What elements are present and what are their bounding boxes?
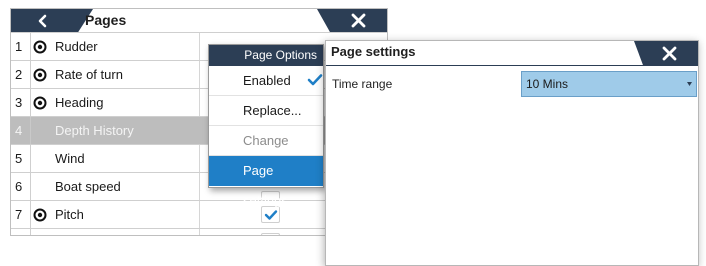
enabled-checkbox[interactable]	[261, 233, 280, 235]
page-options-menu: Page Options Enabled Replace... Change d…	[208, 44, 324, 208]
close-icon	[351, 13, 366, 28]
row-label: Rate of turn	[55, 67, 123, 82]
checkmark-icon	[307, 74, 323, 86]
row-label: Boat speed	[55, 179, 121, 194]
row-label: Wind	[55, 151, 85, 166]
row-number: 1	[15, 39, 23, 54]
target-icon	[33, 68, 47, 82]
title-divider	[326, 65, 698, 66]
menu-item-label: Replace...	[243, 103, 302, 118]
row-number: 2	[15, 67, 23, 82]
row-number: 7	[15, 207, 23, 222]
caret-down-icon	[687, 82, 692, 86]
close-icon	[662, 46, 677, 61]
row-number: 3	[15, 95, 23, 110]
page-settings-dialog: Page settings Time range 10 Mins	[325, 40, 699, 266]
row-label: Rudder	[55, 39, 98, 54]
menu-item-label: Page settings...	[243, 163, 299, 208]
row-label: Heading	[55, 95, 104, 110]
pages-close-button[interactable]	[317, 9, 387, 32]
row-number: 6	[15, 179, 23, 194]
menu-item-replace[interactable]: Replace...	[209, 96, 323, 126]
page-settings-title: Page settings	[331, 44, 416, 59]
time-range-label: Time range	[332, 77, 393, 91]
target-icon	[33, 208, 47, 222]
menu-item-label: Enabled	[243, 73, 291, 88]
time-range-select[interactable]: 10 Mins	[521, 71, 697, 97]
pages-header: Pages	[11, 9, 387, 32]
target-icon	[33, 40, 47, 54]
menu-item-enabled[interactable]: Enabled	[209, 66, 323, 96]
row-label: Depth History	[55, 123, 134, 138]
menu-item-change-data: Change data...	[209, 126, 323, 178]
row-label: Pitch	[55, 207, 84, 222]
page-settings-close-button[interactable]	[634, 41, 698, 65]
pages-title: Pages	[85, 12, 127, 28]
row-number: 5	[15, 151, 23, 166]
back-button[interactable]	[11, 9, 93, 32]
target-icon	[33, 96, 47, 110]
chevron-left-icon	[38, 14, 47, 28]
row-number: 4	[15, 123, 23, 138]
page-options-title: Page Options	[209, 45, 323, 66]
time-range-value: 10 Mins	[526, 77, 569, 91]
menu-item-page-settings[interactable]: Page settings...	[209, 156, 323, 208]
